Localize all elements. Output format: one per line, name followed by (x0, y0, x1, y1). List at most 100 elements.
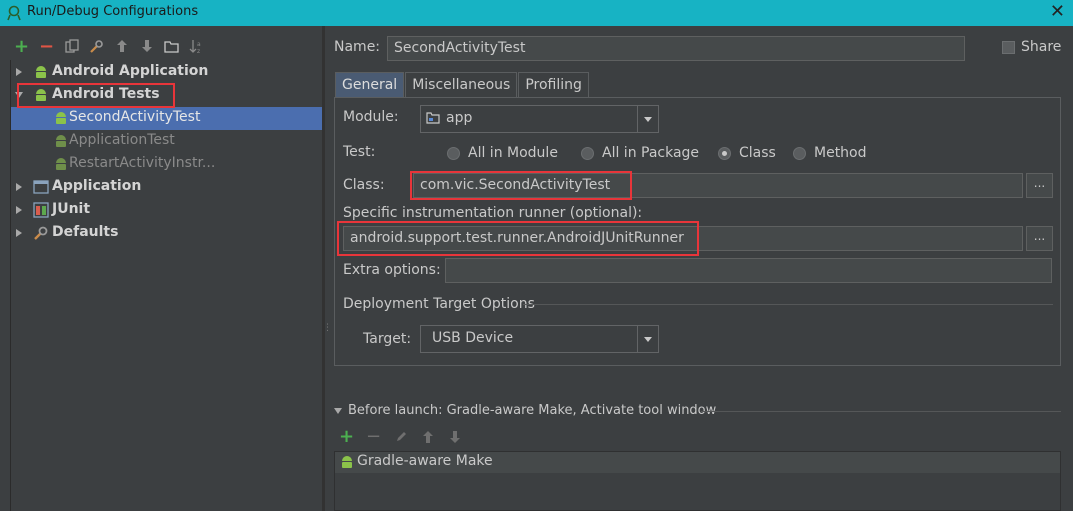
close-icon[interactable]: ✕ (1050, 1, 1065, 22)
chevron-right-icon[interactable] (14, 205, 24, 215)
runner-browse-button[interactable]: ... (1026, 226, 1053, 251)
radio-dot[interactable] (793, 146, 806, 160)
configuration-sidebar: + − az Android Application Android Tests… (0, 26, 325, 511)
tree-item-label: Android Tests (52, 86, 160, 102)
share-checkbox-box[interactable] (1002, 40, 1015, 54)
radio-label: Class (739, 145, 776, 161)
target-value: USB Device (432, 330, 514, 346)
settings-icon[interactable] (87, 37, 106, 56)
tree-item-application[interactable]: Application (11, 176, 322, 199)
radio-all-in-module[interactable]: All in Module (447, 145, 558, 161)
chevron-down-icon[interactable] (334, 407, 342, 415)
before-launch-list: Gradle-aware Make (334, 451, 1061, 511)
remove-icon[interactable]: − (37, 36, 56, 57)
deployment-section-title: Deployment Target Options (343, 296, 535, 312)
tree-item-android-tests[interactable]: Android Tests (11, 84, 322, 107)
tree-item-label: Android Application (52, 63, 209, 79)
tab-profiling[interactable]: Profiling (518, 72, 589, 98)
tree-item-label: RestartActivityInstr... (69, 155, 216, 171)
tree-item-junit[interactable]: JUnit (11, 199, 322, 222)
android-icon (342, 456, 352, 468)
android-test-icon (56, 158, 66, 170)
runner-label: Specific instrumentation runner (optiona… (343, 205, 643, 221)
share-label: Share (1021, 39, 1062, 55)
defaults-icon (34, 226, 48, 240)
sort-icon[interactable]: az (187, 37, 206, 56)
android-test-icon (56, 112, 66, 124)
target-select[interactable]: USB Device (420, 325, 659, 353)
android-studio-icon (7, 5, 21, 21)
general-panel: Module: app Test: All in Module All in P… (334, 97, 1061, 366)
android-icon (36, 66, 46, 78)
move-down-icon[interactable] (137, 37, 156, 56)
folder-icon[interactable] (162, 37, 181, 56)
tree-item-defaults[interactable]: Defaults (11, 222, 322, 245)
svg-text:z: z (197, 48, 200, 54)
chevron-down-icon[interactable] (637, 326, 658, 352)
tree-item-label: SecondActivityTest (69, 109, 201, 125)
svg-text:a: a (197, 41, 201, 48)
before-launch-header[interactable]: Before launch: Gradle-aware Make, Activa… (334, 403, 716, 418)
module-value: app (446, 110, 473, 126)
add-icon[interactable]: + (337, 426, 356, 447)
radio-label: All in Package (602, 145, 700, 161)
chevron-right-icon[interactable] (14, 182, 24, 192)
runner-field[interactable]: android.support.test.runner.AndroidJUnit… (343, 226, 1023, 251)
class-field[interactable]: com.vic.SecondActivityTest (413, 173, 1023, 198)
sidebar-toolbar: + − az (12, 36, 206, 57)
tab-bar: General Miscellaneous Profiling (335, 72, 590, 98)
move-up-icon[interactable] (112, 37, 131, 56)
chevron-down-icon[interactable] (637, 106, 658, 132)
tree-item-application-test[interactable]: ApplicationTest (11, 130, 322, 153)
tree-item-label: ApplicationTest (69, 132, 175, 148)
radio-dot-selected[interactable] (718, 146, 731, 160)
section-divider (701, 411, 1061, 412)
configuration-tree: Android Application Android Tests Second… (10, 60, 322, 511)
module-select[interactable]: app (420, 105, 659, 133)
before-launch-toolbar: + − (337, 426, 464, 447)
tree-item-restart-activity[interactable]: RestartActivityInstr... (11, 153, 322, 176)
list-item[interactable]: Gradle-aware Make (335, 452, 1060, 473)
add-icon[interactable]: + (12, 36, 31, 57)
tree-item-label: Defaults (52, 224, 119, 240)
window-title: Run/Debug Configurations (27, 4, 199, 19)
extra-options-label: Extra options: (343, 262, 441, 278)
module-folder-icon (426, 112, 440, 124)
radio-method[interactable]: Method (793, 145, 867, 161)
tree-item-label: Application (52, 178, 142, 194)
class-browse-button[interactable]: ... (1026, 173, 1053, 198)
move-up-icon[interactable] (418, 427, 437, 446)
copy-icon[interactable] (62, 37, 81, 56)
radio-dot[interactable] (581, 146, 594, 160)
junit-icon (33, 202, 49, 218)
chevron-down-icon[interactable] (14, 90, 24, 100)
chevron-right-icon[interactable] (14, 228, 24, 238)
tab-general[interactable]: General (335, 72, 405, 98)
name-label: Name: (334, 39, 381, 55)
radio-all-in-package[interactable]: All in Package (581, 145, 699, 161)
configuration-editor: Name: SecondActivityTest Share General M… (325, 26, 1073, 511)
tree-item-second-activity-test[interactable]: SecondActivityTest (11, 107, 322, 130)
before-launch-title: Before launch: Gradle-aware Make, Activa… (348, 403, 717, 418)
radio-class[interactable]: Class (718, 145, 776, 161)
application-icon (33, 180, 49, 194)
edit-icon[interactable] (391, 427, 410, 446)
extra-options-field[interactable] (445, 258, 1052, 283)
test-label: Test: (343, 144, 376, 160)
list-item-label: Gradle-aware Make (357, 453, 493, 469)
class-label: Class: (343, 177, 385, 193)
title-bar: Run/Debug Configurations ✕ (0, 0, 1073, 26)
section-divider (523, 304, 1053, 305)
share-checkbox[interactable]: Share (1002, 39, 1061, 55)
radio-label: All in Module (468, 145, 558, 161)
remove-icon[interactable]: − (364, 426, 383, 447)
radio-label: Method (814, 145, 867, 161)
tree-item-android-application[interactable]: Android Application (11, 61, 322, 84)
name-field[interactable]: SecondActivityTest (387, 36, 965, 61)
tab-miscellaneous[interactable]: Miscellaneous (405, 72, 518, 98)
chevron-right-icon[interactable] (14, 67, 24, 77)
android-icon (36, 89, 46, 101)
move-down-icon[interactable] (445, 427, 464, 446)
radio-dot[interactable] (447, 146, 460, 160)
target-label: Target: (363, 331, 412, 347)
